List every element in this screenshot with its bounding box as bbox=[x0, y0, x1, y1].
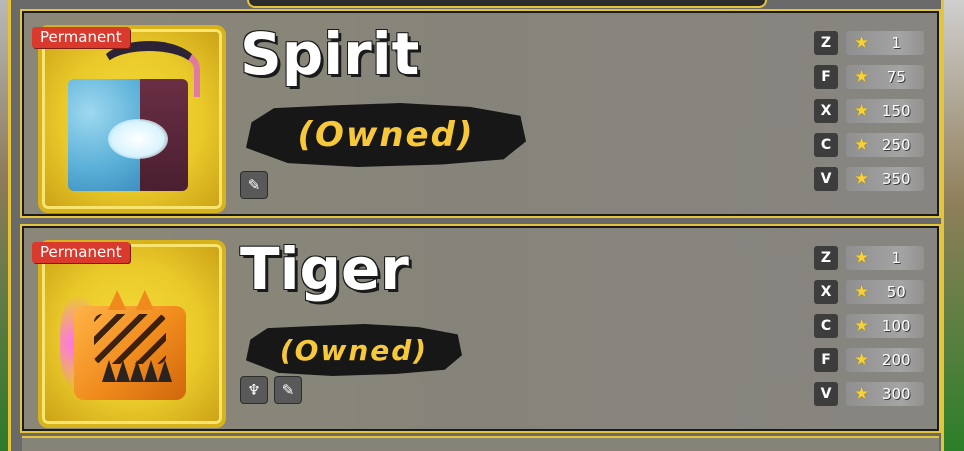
move-level-bar: ★ 50 bbox=[846, 280, 924, 304]
move-row: V ★ 350 bbox=[814, 167, 924, 191]
move-level-value: 100 bbox=[881, 317, 911, 335]
permanent-badge: Permanent bbox=[32, 242, 130, 263]
move-level-bar: ★ 250 bbox=[846, 133, 924, 157]
move-list: Z ★ 1 F ★ 75 X ★ 150 C ★ 250 V ★ 350 bbox=[814, 31, 924, 191]
panel-top-tab bbox=[247, 0, 767, 8]
move-key: X bbox=[814, 99, 838, 123]
move-level-bar: ★ 350 bbox=[846, 167, 924, 191]
move-key: C bbox=[814, 314, 838, 338]
move-level-value: 200 bbox=[881, 351, 911, 369]
fruit-list-panel: Permanent Spirit (Owned) ✎ Z ★ 1 F ★ 75 … bbox=[8, 0, 944, 451]
permanent-badge: Permanent bbox=[32, 27, 130, 48]
fruit-icon-box: Permanent bbox=[32, 25, 226, 213]
star-icon: ★ bbox=[854, 168, 870, 189]
move-row: V ★ 300 bbox=[814, 382, 924, 406]
fruit-card-next[interactable] bbox=[22, 436, 939, 451]
tiger-fruit-icon bbox=[60, 290, 194, 408]
move-row: C ★ 100 bbox=[814, 314, 924, 338]
move-level-value: 250 bbox=[881, 136, 911, 154]
move-row: X ★ 50 bbox=[814, 280, 924, 304]
move-level-value: 1 bbox=[891, 34, 902, 52]
move-level-value: 1 bbox=[891, 249, 902, 267]
star-icon: ★ bbox=[854, 281, 870, 302]
move-key: F bbox=[814, 65, 838, 89]
move-key: V bbox=[814, 382, 838, 406]
owned-badge: (Owned) bbox=[246, 324, 462, 376]
ability-icons: ♆ ✎ bbox=[240, 376, 302, 404]
fruit-card-spirit[interactable]: Permanent Spirit (Owned) ✎ Z ★ 1 F ★ 75 … bbox=[20, 9, 941, 218]
move-row: F ★ 200 bbox=[814, 348, 924, 372]
star-icon: ★ bbox=[854, 100, 870, 121]
move-list: Z ★ 1 X ★ 50 C ★ 100 F ★ 200 V ★ 300 bbox=[814, 246, 924, 406]
move-level-value: 350 bbox=[881, 170, 911, 188]
move-key: Z bbox=[814, 31, 838, 55]
move-level-bar: ★ 1 bbox=[846, 31, 924, 55]
star-icon: ★ bbox=[854, 247, 870, 268]
owned-label: (Owned) bbox=[279, 333, 429, 367]
move-key: X bbox=[814, 280, 838, 304]
move-row: C ★ 250 bbox=[814, 133, 924, 157]
star-icon: ★ bbox=[854, 134, 870, 155]
move-row: Z ★ 1 bbox=[814, 246, 924, 270]
move-row: X ★ 150 bbox=[814, 99, 924, 123]
star-icon: ★ bbox=[854, 349, 870, 370]
owned-badge: (Owned) bbox=[246, 103, 526, 167]
move-key: V bbox=[814, 167, 838, 191]
move-level-bar: ★ 300 bbox=[846, 382, 924, 406]
move-row: Z ★ 1 bbox=[814, 31, 924, 55]
star-icon: ★ bbox=[854, 32, 870, 53]
move-level-value: 300 bbox=[881, 385, 911, 403]
move-level-bar: ★ 1 bbox=[846, 246, 924, 270]
brush-icon: ✎ bbox=[274, 376, 302, 404]
move-row: F ★ 75 bbox=[814, 65, 924, 89]
fruit-icon-box: Permanent bbox=[32, 240, 226, 428]
ability-icons: ✎ bbox=[240, 171, 268, 199]
move-key: C bbox=[814, 133, 838, 157]
move-level-bar: ★ 75 bbox=[846, 65, 924, 89]
star-icon: ★ bbox=[854, 66, 870, 87]
move-level-bar: ★ 200 bbox=[846, 348, 924, 372]
spirit-fruit-icon bbox=[68, 79, 188, 191]
fruit-card-tiger[interactable]: Permanent Tiger (Owned) ♆ ✎ Z ★ 1 X ★ 50… bbox=[20, 224, 941, 433]
owned-label: (Owned) bbox=[297, 115, 475, 155]
move-level-value: 75 bbox=[886, 68, 906, 86]
move-key: Z bbox=[814, 246, 838, 270]
star-icon: ★ bbox=[854, 315, 870, 336]
fruit-name: Tiger bbox=[240, 235, 409, 303]
claw-icon: ♆ bbox=[240, 376, 268, 404]
move-level-value: 150 bbox=[881, 102, 911, 120]
move-level-bar: ★ 100 bbox=[846, 314, 924, 338]
brush-icon: ✎ bbox=[240, 171, 268, 199]
fruit-name: Spirit bbox=[240, 20, 420, 88]
star-icon: ★ bbox=[854, 383, 870, 404]
move-level-bar: ★ 150 bbox=[846, 99, 924, 123]
move-key: F bbox=[814, 348, 838, 372]
move-level-value: 50 bbox=[886, 283, 906, 301]
